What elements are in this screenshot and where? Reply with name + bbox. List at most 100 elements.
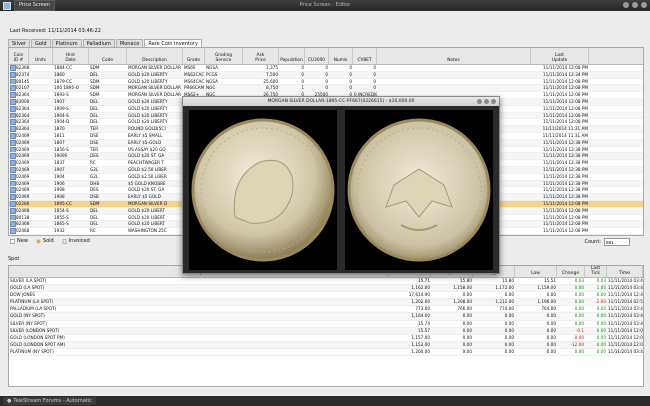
spot-row[interactable]: PALLADIUM (LA SPOT) 773.00 766.00 774.00 764… xyxy=(9,306,643,314)
cell-numis: 0 xyxy=(349,65,352,70)
spot-row[interactable]: GOLD (LONDON SPOT AM) 1,152.00 0.00 0.00 0.0… xyxy=(9,341,643,349)
cell-hint-date: 1904 xyxy=(54,173,65,179)
table-row[interactable]: 0210772 100 1895-O SDM MORGAN SILVER DOLLAR… xyxy=(9,85,643,93)
cell-units xyxy=(29,194,53,200)
cell-ask-price: 25,600 xyxy=(263,78,278,84)
cell-description: EARLY $5-GOLD xyxy=(128,139,162,145)
cell-hint-date: 1908 xyxy=(54,194,65,200)
spot-row[interactable]: GOLD (LONDON SPOT PM) 1,157.00 0.00 0.00 0.0… xyxy=(9,335,643,342)
col-notes[interactable]: Notes xyxy=(377,48,531,64)
new-button[interactable]: New xyxy=(10,238,28,244)
col-numis[interactable]: Numis xyxy=(329,48,353,64)
cell-hint-date: 1906 xyxy=(54,180,65,186)
cell-code: DHB xyxy=(90,180,100,186)
cell-units xyxy=(29,113,53,119)
cell-hint-date: 1904-S xyxy=(54,112,69,118)
spot-row[interactable]: DOW JONES 17,614.90 0.00 0.00 0.00 0.00 0.00 11… xyxy=(9,292,643,300)
col-units[interactable]: Units xyxy=(29,48,53,64)
spot-cell-last: 773.00 xyxy=(415,306,430,312)
main-window: Price Screen Price Screen - Editor Last … xyxy=(0,0,650,396)
dialog-minimize-icon[interactable] xyxy=(477,99,482,104)
spot-cell-open: 0.00 xyxy=(462,313,472,319)
spot-col-time[interactable]: Time xyxy=(607,266,643,277)
cell-coin-id-text: 0226615 xyxy=(16,200,29,206)
col-ask-price[interactable]: Ask Price xyxy=(243,48,279,64)
cell-code: DEL xyxy=(90,71,99,77)
sold-button[interactable]: Sold xyxy=(36,238,54,244)
cell-hint-date: 1856-S xyxy=(54,146,69,152)
cell-description: US ASSAY $20 GO xyxy=(128,146,166,152)
cell-coin-id-text: 8236400 xyxy=(16,126,29,132)
invoice-icon xyxy=(62,238,66,244)
cell-hint-date: 1908 xyxy=(54,187,65,193)
cell-coin-id-text: 8236446 xyxy=(16,112,29,118)
cell-description: GOLD $20 LIBERTY xyxy=(128,119,168,125)
spot-cell-change: -0.1 xyxy=(575,327,584,333)
spot-row[interactable]: PLATINUM (LA SPOT) 1,202.00 1,208.00 1,212.… xyxy=(9,299,643,307)
spot-cell-open: 0.00 xyxy=(462,341,472,347)
cell-hint-date: 1907 xyxy=(54,98,65,104)
cell-coin-id: 0246967 xyxy=(9,160,29,166)
spot-cell-change: -0.00 xyxy=(573,334,584,340)
cell-units xyxy=(29,79,53,85)
spot-cell-change: 0.03 xyxy=(574,278,584,283)
col-last-update[interactable]: Last Update xyxy=(531,48,589,64)
cell-last-update: 11/11/2014 12:08 PM xyxy=(542,228,588,234)
cell-coin-id-text: 0246833 xyxy=(16,207,29,213)
spot-col-last-tick[interactable]: Last Tick xyxy=(585,266,607,277)
invoiced-button[interactable]: Invoiced xyxy=(62,238,90,244)
cell-coin-id-text: 0246965 xyxy=(16,166,29,172)
col-coin-id[interactable]: Coin ID # xyxy=(9,48,29,64)
cell-notes xyxy=(377,79,531,85)
cell-coin-id-text: 8236458 xyxy=(16,92,29,98)
col-grading-service[interactable]: Grading Service xyxy=(205,48,243,64)
table-row[interactable]: 8237424 1860 DEL GOLD $20 LIBERTY MS62CACPCG… xyxy=(9,71,643,79)
spot-row[interactable]: SILVER (LONDON SPOT) 15.57 0.00 0.00 0.00 -0.… xyxy=(9,327,643,335)
cell-units xyxy=(29,99,53,105)
dialog-maximize-icon[interactable] xyxy=(484,99,489,104)
sold-icon xyxy=(36,239,41,243)
spot-col-change[interactable]: Change xyxy=(557,266,585,277)
close-icon[interactable] xyxy=(641,2,647,8)
cell-units xyxy=(29,85,53,91)
table-row[interactable]: 8014546 1879-CC SDM GOLD $20 LIBERTY MS64CAC… xyxy=(9,78,643,86)
col-grade[interactable]: Grade xyxy=(183,48,205,64)
spot-cell-description: SILVER (LA SPOT) xyxy=(10,278,47,283)
spot-cell-high: 0.00 xyxy=(504,313,514,319)
spot-cell-time: 11/11/2014 12:46 PM xyxy=(608,292,643,298)
cell-code: DEL xyxy=(90,112,99,118)
maximize-icon[interactable] xyxy=(632,2,638,8)
col-cu3000[interactable]: CU3000 xyxy=(305,48,329,64)
spot-cell-last-tick: 0.00 xyxy=(596,334,606,340)
col-code[interactable]: Code xyxy=(89,48,127,64)
taskbar-item[interactable]: ● TeleStream Forums - Automatic xyxy=(3,397,96,405)
table-row[interactable]: 8236836 1884-CC SDM MORGAN SILVER DOLLARMS6… xyxy=(9,65,643,72)
spot-col-low[interactable]: Low xyxy=(515,266,557,277)
count-area: Count: xyxy=(584,238,630,246)
invoiced-label: Invoiced xyxy=(68,238,90,244)
col-hint-date[interactable]: Hint Date xyxy=(53,48,89,64)
cell-code: DES xyxy=(90,187,99,193)
spot-cell-last-tick: 1.00 xyxy=(596,285,606,291)
cell-code: DSE xyxy=(90,139,99,145)
spot-row[interactable]: PLATINUM (NY SPOT) 1,200.00 0.00 0.00 0.00 0.… xyxy=(9,349,643,357)
spot-cell-low: 1,196.00 xyxy=(537,299,556,305)
cell-last-update: 11/11/2014 12:08 PM xyxy=(542,112,588,118)
cell-coin-id: 8236465 xyxy=(9,105,29,112)
spot-row[interactable]: SILVER (LA SPOT) 15.71 15.80 15.80 15.51 0.03… xyxy=(9,278,643,286)
count-field[interactable] xyxy=(604,238,630,246)
spot-row[interactable]: SILVER (NY SPOT) 15.74 0.00 0.00 0.00 0.00 0.0… xyxy=(9,321,643,328)
col-population[interactable]: Population xyxy=(279,48,305,64)
spot-row[interactable]: GOLD (LA SPOT) 1,162.00 1,158.00 1,172.00 1,… xyxy=(9,285,643,293)
cell-description: MORGAN SILVER D xyxy=(128,200,168,206)
col-description[interactable]: Description xyxy=(127,48,183,64)
cell-grade: PR66CAM xyxy=(184,85,205,91)
dialog-close-icon[interactable] xyxy=(491,99,496,104)
spot-cell-change: 0.00 xyxy=(574,320,584,326)
spot-row[interactable]: GOLD (NY SPOT) 1,164.00 0.00 0.00 0.00 0.00 0.… xyxy=(9,313,643,321)
cell-coin-id: 8236446 xyxy=(9,112,29,119)
spot-cell-description: GOLD (NY SPOT) xyxy=(10,313,45,319)
taskbar: ● TeleStream Forums - Automatic xyxy=(0,396,650,406)
minimize-icon[interactable] xyxy=(623,2,629,8)
col-cv8et[interactable]: CV8ET xyxy=(353,48,377,64)
